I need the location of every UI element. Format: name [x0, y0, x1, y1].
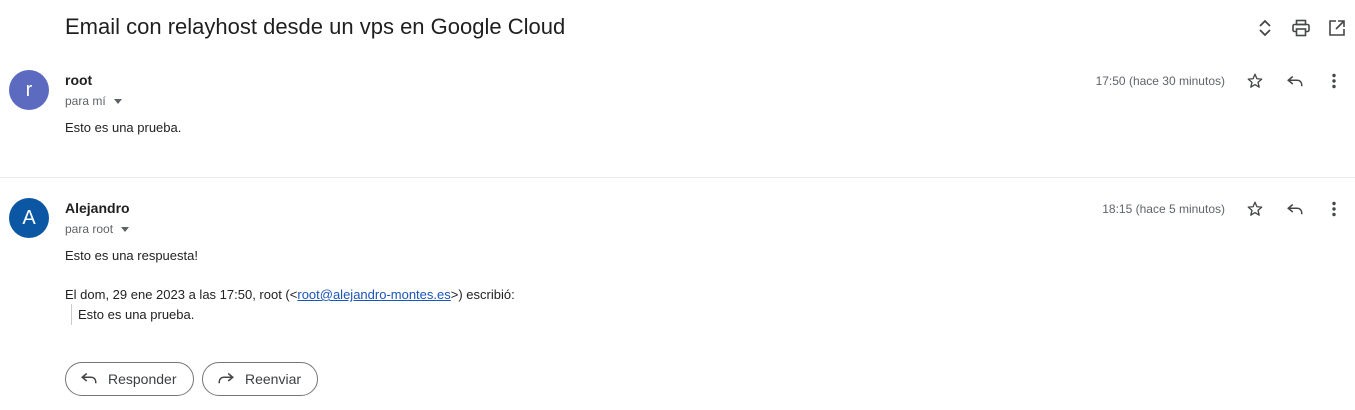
- thread-toolbar: [1255, 17, 1347, 39]
- caret-down-icon: [121, 227, 130, 232]
- message-divider: [0, 177, 1355, 178]
- message-body: Esto es una prueba.: [65, 120, 182, 135]
- print-icon[interactable]: [1291, 17, 1311, 39]
- quote-attribution: El dom, 29 ene 2023 a las 17:50, root (<…: [65, 287, 515, 302]
- recipients-label: para root: [65, 222, 114, 236]
- reply-icon: [80, 369, 98, 390]
- sender-name[interactable]: root: [65, 72, 92, 88]
- reply-icon[interactable]: [1283, 197, 1307, 221]
- star-icon[interactable]: [1243, 197, 1267, 221]
- quoted-email-link[interactable]: root@alejandro-montes.es: [297, 287, 450, 302]
- forward-icon: [217, 369, 235, 390]
- reply-button-label: Responder: [108, 371, 177, 387]
- more-vert-icon[interactable]: [1322, 69, 1346, 93]
- recipients-dropdown[interactable]: para root: [65, 222, 130, 236]
- message-timestamp: 18:15 (hace 5 minutos): [1102, 202, 1225, 216]
- message-timestamp: 17:50 (hace 30 minutos): [1095, 74, 1225, 88]
- more-vert-icon[interactable]: [1322, 197, 1346, 221]
- expand-collapse-icon[interactable]: [1255, 17, 1275, 39]
- open-in-new-window-icon[interactable]: [1327, 17, 1347, 39]
- caret-down-icon: [113, 99, 122, 104]
- sender-name[interactable]: Alejandro: [65, 200, 130, 216]
- reply-icon[interactable]: [1283, 69, 1307, 93]
- quote-prefix: El dom, 29 ene 2023 a las 17:50, root (<: [65, 287, 298, 302]
- star-icon[interactable]: [1243, 69, 1267, 93]
- quoted-text: Esto es una prueba.: [71, 304, 194, 325]
- quote-suffix: >) escribió:: [450, 287, 515, 302]
- recipients-label: para mí: [65, 94, 106, 108]
- avatar[interactable]: r: [9, 70, 49, 110]
- forward-button[interactable]: Reenviar: [202, 362, 318, 396]
- avatar[interactable]: A: [9, 198, 49, 238]
- recipients-dropdown[interactable]: para mí: [65, 94, 122, 108]
- email-subject: Email con relayhost desde un vps en Goog…: [65, 14, 566, 39]
- message-body: Esto es una respuesta!: [65, 248, 198, 263]
- forward-button-label: Reenviar: [245, 371, 302, 387]
- reply-button[interactable]: Responder: [65, 362, 194, 396]
